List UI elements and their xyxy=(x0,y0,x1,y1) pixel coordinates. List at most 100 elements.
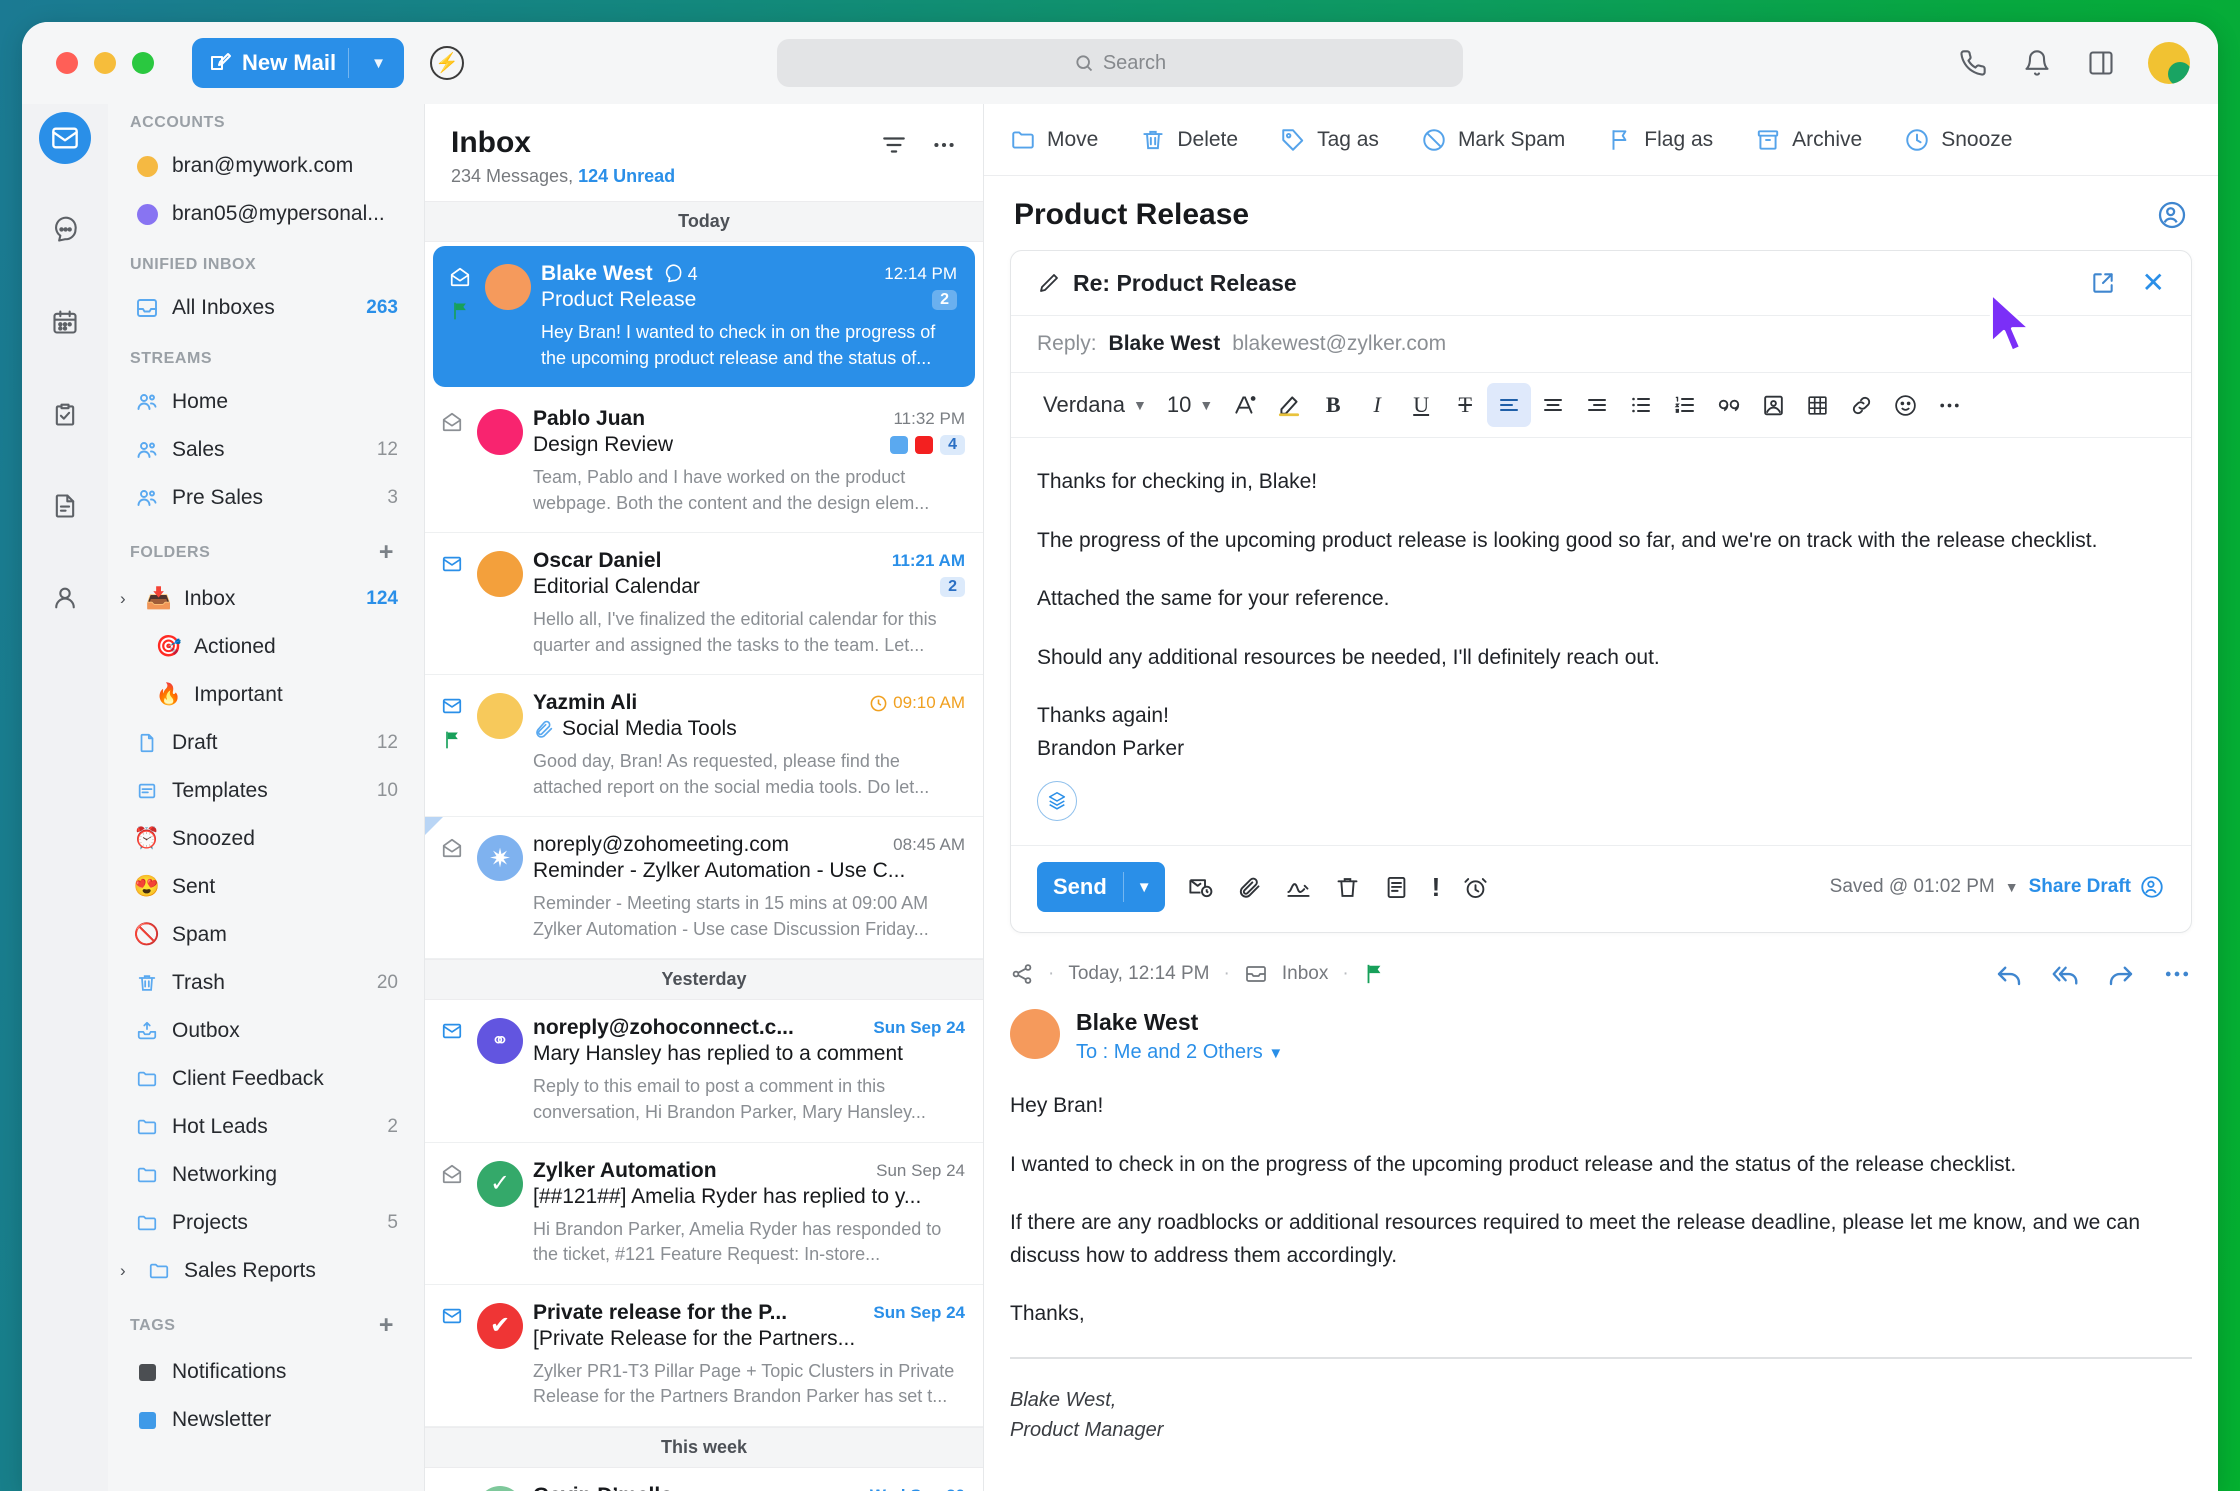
add-tag-icon[interactable]: + xyxy=(379,1313,398,1338)
bulleted-list-button[interactable] xyxy=(1619,383,1663,427)
sidebar-item-tag-notifications[interactable]: Notifications xyxy=(116,1348,408,1396)
popout-icon[interactable] xyxy=(2090,270,2116,296)
envelope-open-icon[interactable] xyxy=(441,411,463,433)
quick-actions-bolt-icon[interactable]: ⚡ xyxy=(430,46,464,80)
chevron-down-icon[interactable]: ▼ xyxy=(359,55,398,72)
account-item-personal[interactable]: bran05@mypersonal... xyxy=(116,190,408,238)
chevron-down-icon[interactable]: ▼ xyxy=(1124,879,1165,896)
mark-spam-button[interactable]: Mark Spam xyxy=(1421,127,1565,153)
envelope-icon[interactable] xyxy=(441,1305,463,1327)
schedule-send-icon[interactable] xyxy=(1187,874,1214,901)
rail-item-mail[interactable] xyxy=(39,112,91,164)
delete-button[interactable]: Delete xyxy=(1140,127,1238,153)
sidebar-item-spam[interactable]: 🚫 Spam xyxy=(116,911,408,959)
insert-template-icon[interactable] xyxy=(1383,874,1410,901)
list-item[interactable]: Yazmin Ali 09:10 AM Social Media Tools G… xyxy=(425,675,983,818)
chevron-down-icon[interactable]: ▼ xyxy=(2005,879,2019,895)
search-input[interactable]: Search xyxy=(777,39,1463,87)
sidebar-item-client-feedback[interactable]: Client Feedback xyxy=(116,1055,408,1103)
minimize-window-button[interactable] xyxy=(94,52,116,74)
reminder-icon[interactable] xyxy=(1462,874,1489,901)
forward-icon[interactable] xyxy=(2106,959,2136,989)
compose-reply-row[interactable]: Reply: Blake West blakewest@zylker.com xyxy=(1011,316,2191,373)
numbered-list-button[interactable] xyxy=(1663,383,1707,427)
list-item[interactable]: ✷ noreply@zohomeeting.com 08:45 AM Remin… xyxy=(425,817,983,960)
add-folder-icon[interactable]: + xyxy=(379,540,398,565)
account-item-work[interactable]: bran@mywork.com xyxy=(116,142,408,190)
sidebar-item-projects[interactable]: Projects 5 xyxy=(116,1199,408,1247)
sidebar-item-tag-newsletter[interactable]: Newsletter xyxy=(116,1396,408,1444)
folder-sidebar[interactable]: ACCOUNTS bran@mywork.com bran05@myperson… xyxy=(108,104,424,1491)
align-left-button[interactable] xyxy=(1487,383,1532,427)
list-item[interactable]: Gavin D’mello Wed Sep 20 xyxy=(425,1468,983,1491)
participants-icon[interactable] xyxy=(2156,199,2188,231)
rail-item-notes[interactable] xyxy=(39,480,91,532)
align-center-button[interactable] xyxy=(1531,383,1575,427)
align-right-button[interactable] xyxy=(1575,383,1619,427)
text-color-button[interactable] xyxy=(1223,383,1267,427)
envelope-open-icon[interactable] xyxy=(441,837,463,859)
flag-icon[interactable] xyxy=(442,729,462,751)
share-icon[interactable] xyxy=(1010,962,1034,986)
italic-button[interactable]: I xyxy=(1355,383,1399,427)
chevron-right-icon[interactable]: › xyxy=(120,589,134,609)
list-item[interactable]: Pablo Juan 11:32 PM Design Review 4 Team… xyxy=(425,391,983,534)
envelope-icon[interactable] xyxy=(441,695,463,717)
chevron-right-icon[interactable]: › xyxy=(120,1261,134,1281)
sidebar-item-sent[interactable]: 😍 Sent xyxy=(116,863,408,911)
close-icon[interactable]: ✕ xyxy=(2142,269,2165,297)
sidebar-item-draft[interactable]: Draft 12 xyxy=(116,719,408,767)
list-item[interactable]: Blake West 4 12:14 PM Product Release 2 … xyxy=(433,246,975,388)
list-item[interactable]: ✔ Private release for the P... Sun Sep 2… xyxy=(425,1285,983,1427)
panel-layout-icon[interactable] xyxy=(2084,46,2118,80)
sidebar-item-outbox[interactable]: Outbox xyxy=(116,1007,408,1055)
font-family-select[interactable]: Verdana ▼ xyxy=(1033,383,1157,427)
share-draft-button[interactable]: Share Draft xyxy=(2029,874,2165,900)
sidebar-item-templates[interactable]: Templates 10 xyxy=(116,767,408,815)
send-button[interactable]: Send ▼ xyxy=(1037,862,1165,913)
filter-icon[interactable] xyxy=(881,132,907,158)
new-mail-button[interactable]: New Mail ▼ xyxy=(192,38,404,88)
bell-icon[interactable] xyxy=(2020,46,2054,80)
more-formatting-button[interactable] xyxy=(1927,383,1971,427)
list-item[interactable]: ⚭ noreply@zohoconnect.c... Sun Sep 24 Ma… xyxy=(425,1000,983,1143)
rail-item-tasks[interactable] xyxy=(39,388,91,440)
priority-icon[interactable]: ! xyxy=(1432,872,1441,903)
avatar[interactable] xyxy=(2148,42,2190,84)
sidebar-item-pre-sales[interactable]: Pre Sales 3 xyxy=(116,474,408,522)
envelope-icon[interactable] xyxy=(441,553,463,575)
insert-image-button[interactable] xyxy=(1751,383,1795,427)
compose-body[interactable]: Thanks for checking in, Blake! The progr… xyxy=(1011,438,2191,845)
flag-icon[interactable] xyxy=(450,300,470,322)
signature-icon[interactable] xyxy=(1037,781,1077,822)
sidebar-item-networking[interactable]: Networking xyxy=(116,1151,408,1199)
maximize-window-button[interactable] xyxy=(132,52,154,74)
phone-icon[interactable] xyxy=(1956,46,1990,80)
sidebar-item-hot-leads[interactable]: Hot Leads 2 xyxy=(116,1103,408,1151)
list-item[interactable]: Oscar Daniel 11:21 AM Editorial Calendar… xyxy=(425,533,983,676)
reader-scroll-area[interactable]: Re: Product Release ✕ Reply: Blake West … xyxy=(984,250,2218,1491)
envelope-open-icon[interactable] xyxy=(441,1163,463,1185)
signature-insert-icon[interactable] xyxy=(1285,874,1312,901)
rail-item-contacts[interactable] xyxy=(39,572,91,624)
sidebar-item-sales[interactable]: Sales 12 xyxy=(116,426,408,474)
sidebar-item-important[interactable]: 🔥 Important xyxy=(116,671,408,719)
sidebar-item-home[interactable]: Home xyxy=(116,378,408,426)
more-options-icon[interactable] xyxy=(2162,959,2192,989)
tag-as-button[interactable]: Tag as xyxy=(1280,127,1379,153)
sidebar-item-all-inboxes[interactable]: All Inboxes 263 xyxy=(116,284,408,332)
underline-button[interactable]: U xyxy=(1399,383,1443,427)
bold-button[interactable]: B xyxy=(1311,383,1355,427)
sidebar-item-trash[interactable]: Trash 20 xyxy=(116,959,408,1007)
recipients-toggle[interactable]: To : Me and 2 Others ▼ xyxy=(1076,1041,1283,1064)
sidebar-item-inbox[interactable]: › 📥 Inbox 124 xyxy=(116,575,408,623)
list-item[interactable]: ✓ Zylker Automation Sun Sep 24 [##121##]… xyxy=(425,1143,983,1285)
sidebar-item-actioned[interactable]: 🎯 Actioned xyxy=(116,623,408,671)
discard-draft-icon[interactable] xyxy=(1334,874,1361,901)
strikethrough-button[interactable]: T xyxy=(1443,383,1487,427)
reply-all-icon[interactable] xyxy=(2050,959,2080,989)
move-button[interactable]: Move xyxy=(1010,127,1098,153)
more-options-icon[interactable] xyxy=(931,132,957,158)
insert-link-button[interactable] xyxy=(1839,383,1883,427)
rail-item-calendar[interactable] xyxy=(39,296,91,348)
